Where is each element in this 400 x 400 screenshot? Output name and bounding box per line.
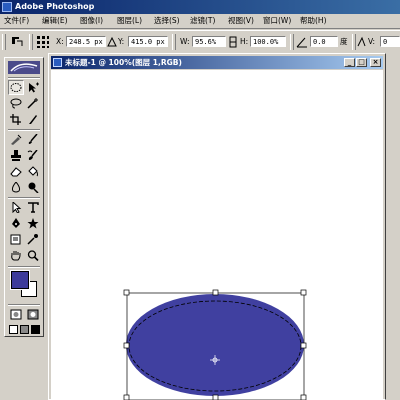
skew-field[interactable]: 0: [380, 36, 400, 47]
y-label: Y:: [118, 37, 125, 46]
menu-file[interactable]: 文件(F): [4, 15, 29, 27]
screen-mode-full[interactable]: [30, 323, 41, 338]
options-bar-separator: [290, 34, 294, 50]
lasso-tool[interactable]: [8, 96, 24, 111]
document-window: 未标题-1 @ 100%(图层 1,RGB) _ □ ×: [48, 53, 386, 400]
transform-handle-top-right[interactable]: [300, 289, 307, 296]
crop-tool[interactable]: [8, 112, 24, 127]
zoom-tool[interactable]: [25, 248, 41, 263]
minimize-button[interactable]: _: [344, 58, 355, 67]
canvas[interactable]: [51, 70, 383, 400]
photoshop-logo-icon: [2, 2, 12, 12]
type-tool[interactable]: [25, 200, 41, 215]
app-title-bar: Adobe Photoshop: [0, 0, 400, 14]
h-label: H:: [240, 37, 249, 46]
height-field[interactable]: 100.0%: [250, 36, 286, 47]
toolbox-separator: [8, 197, 40, 199]
document-title-bar[interactable]: 未标题-1 @ 100%(图层 1,RGB) _ □ ×: [51, 56, 383, 69]
transform-handle-left[interactable]: [123, 342, 130, 349]
transform-handle-right[interactable]: [300, 342, 307, 349]
angle-unit: 度: [340, 37, 348, 46]
transform-handle-top[interactable]: [212, 289, 219, 296]
angle-field[interactable]: 0.0: [310, 36, 338, 47]
maximize-button[interactable]: □: [356, 58, 367, 67]
magic-wand-tool[interactable]: [25, 96, 41, 111]
toolbox: [4, 57, 44, 337]
marquee-tool[interactable]: [8, 80, 24, 95]
transform-handle-bottom-right[interactable]: [300, 394, 307, 400]
toolbox-header-icon[interactable]: [8, 61, 40, 74]
toolbox-separator: [8, 266, 40, 268]
transform-handle-top-left[interactable]: [123, 289, 130, 296]
clone-stamp-tool[interactable]: [8, 148, 24, 163]
link-icon[interactable]: [228, 35, 238, 49]
foreground-color-swatch[interactable]: [10, 270, 30, 290]
menu-layer[interactable]: 图层(L): [117, 15, 142, 27]
blur-tool[interactable]: [8, 180, 24, 195]
color-swatches: [10, 270, 39, 299]
transform-handle-bottom[interactable]: [212, 394, 219, 400]
options-bar-separator: [29, 34, 33, 50]
canvas-artwork: [123, 289, 307, 400]
app-title: Adobe Photoshop: [15, 2, 95, 11]
transform-handle-bottom-left[interactable]: [123, 394, 130, 400]
move-tool[interactable]: [25, 80, 41, 95]
menu-select[interactable]: 选择(S): [154, 15, 180, 27]
menu-view[interactable]: 视图(V): [228, 15, 254, 27]
hand-tool[interactable]: [8, 248, 24, 263]
notes-tool[interactable]: [8, 232, 24, 247]
x-field[interactable]: 248.5 px: [66, 36, 106, 47]
document-title: 未标题-1 @ 100%(图层 1,RGB): [65, 58, 182, 67]
toolbox-separator: [8, 129, 40, 131]
menu-edit[interactable]: 编辑(E): [42, 15, 68, 27]
toolbox-separator: [8, 77, 40, 79]
options-bar-separator: [172, 34, 176, 50]
custom-shape-tool[interactable]: [25, 216, 41, 231]
width-field[interactable]: 95.6%: [192, 36, 226, 47]
options-bar-grip[interactable]: [2, 34, 6, 50]
menu-image[interactable]: 图像(I): [80, 15, 103, 27]
pen-tool[interactable]: [8, 216, 24, 231]
workspace-right: [386, 53, 400, 400]
skew-icon: [356, 35, 366, 49]
eraser-tool[interactable]: [8, 164, 24, 179]
reference-point-icon[interactable]: [36, 35, 50, 49]
x-label: X:: [56, 37, 64, 46]
skew-label: V:: [368, 37, 376, 46]
blue-ellipse: [126, 294, 304, 396]
dodge-tool[interactable]: [25, 180, 41, 195]
menu-bar: 文件(F) 编辑(E) 图像(I) 图层(L) 选择(S) 滤镜(T) 视图(V…: [0, 14, 400, 29]
menu-filter[interactable]: 滤镜(T): [190, 15, 215, 27]
eyedropper-tool[interactable]: [25, 232, 41, 247]
menu-help[interactable]: 帮助(H): [300, 15, 327, 27]
history-brush-tool[interactable]: [25, 148, 41, 163]
angle-icon: [296, 35, 308, 49]
transform-tool-icon: [10, 35, 24, 49]
slice-tool[interactable]: [25, 112, 41, 127]
healing-brush-tool[interactable]: [8, 132, 24, 147]
toolbox-separator: [8, 304, 40, 306]
options-bar: X: 248.5 px Y: 415.0 px W: 95.6% H: 100.…: [0, 30, 400, 54]
document-icon: [53, 58, 62, 67]
screen-mode-full-menu[interactable]: [19, 323, 30, 338]
screen-mode-standard[interactable]: [8, 323, 19, 338]
triangle-icon[interactable]: [107, 35, 117, 49]
y-field[interactable]: 415.0 px: [128, 36, 168, 47]
path-select-tool[interactable]: [8, 200, 24, 215]
standard-mode-button[interactable]: [8, 307, 24, 322]
brush-tool[interactable]: [25, 132, 41, 147]
w-label: W:: [180, 37, 190, 46]
close-button[interactable]: ×: [370, 58, 381, 67]
quick-mask-button[interactable]: [25, 307, 41, 322]
paint-bucket-tool[interactable]: [25, 164, 41, 179]
menu-window[interactable]: 窗口(W): [263, 15, 291, 27]
